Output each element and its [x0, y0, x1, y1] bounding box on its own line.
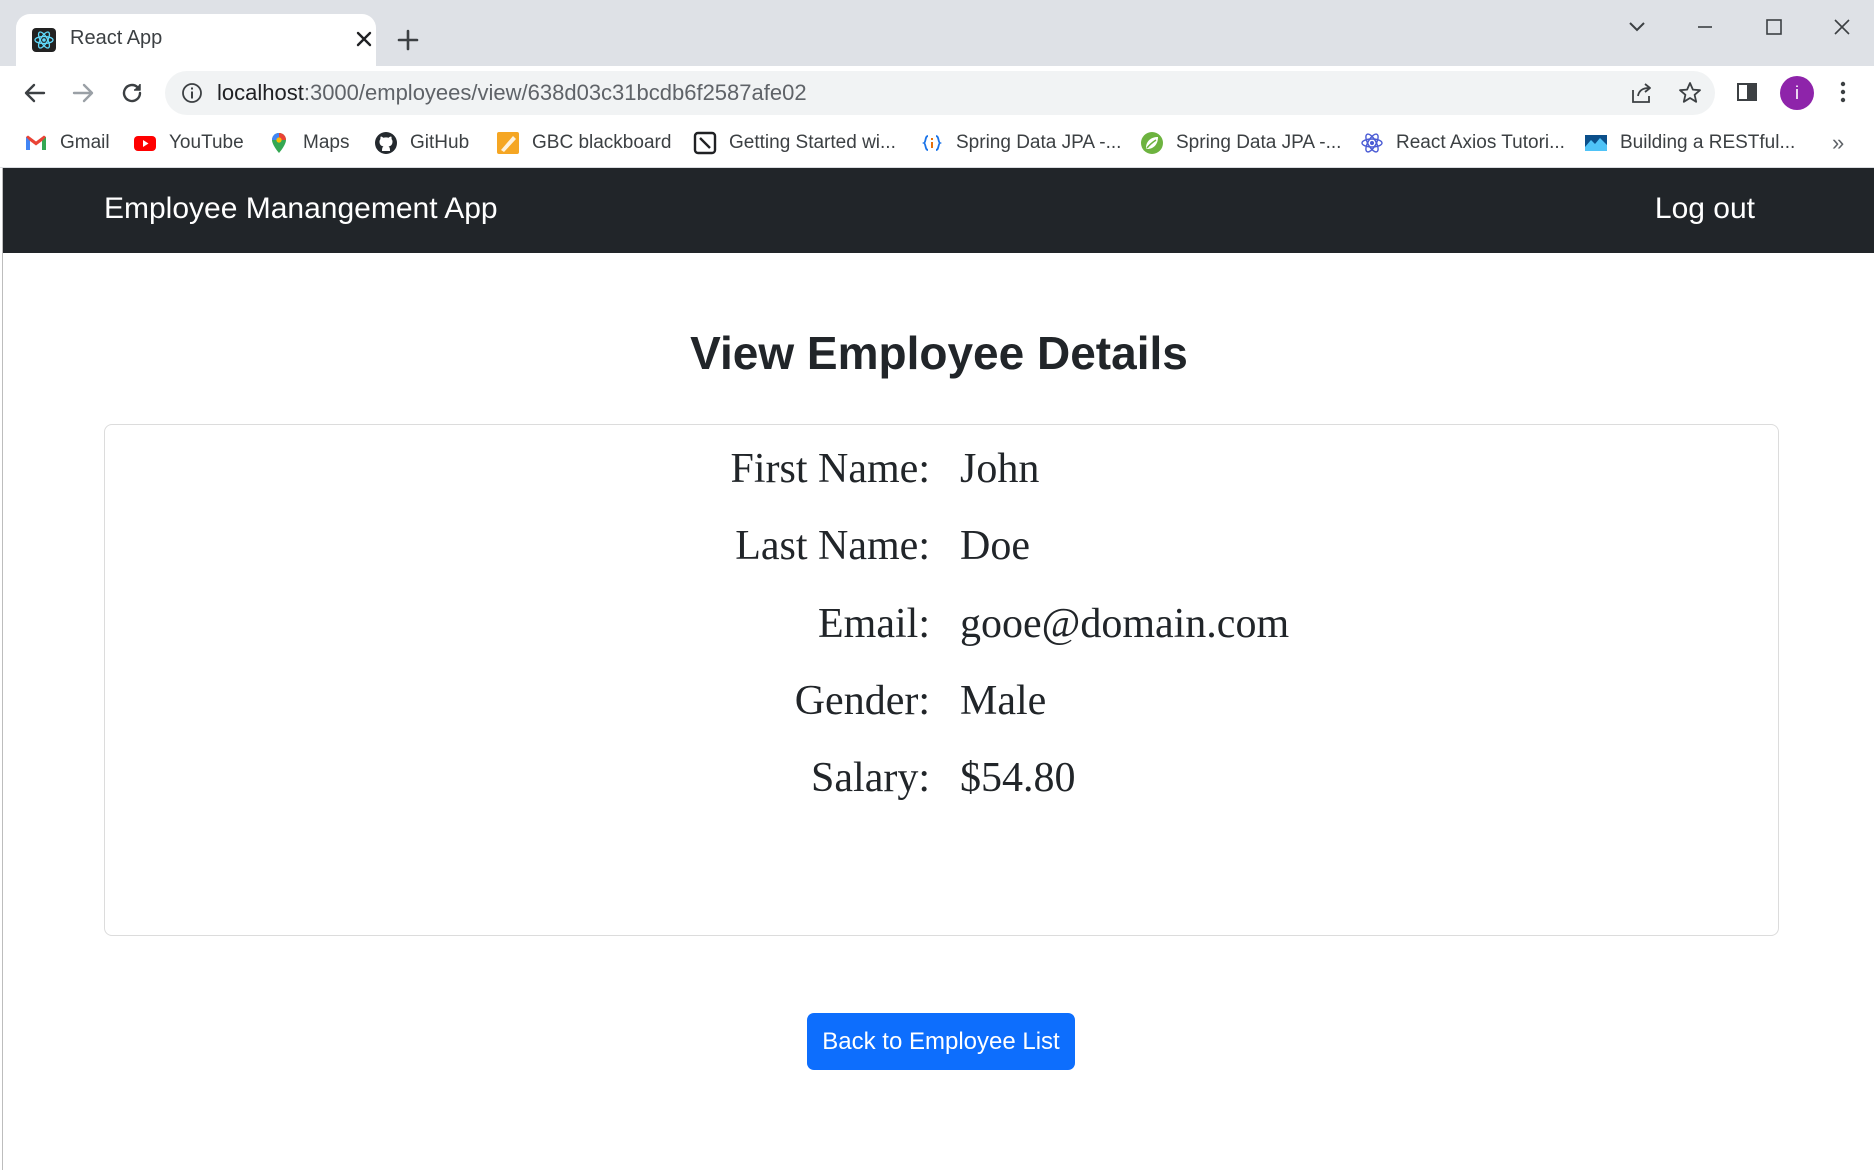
- side-panel-icon[interactable]: [1734, 79, 1760, 105]
- url-host: localhost: [217, 80, 304, 105]
- bookmark-label: Spring Data JPA -...: [1176, 132, 1342, 153]
- gender-label: Gender:: [794, 678, 930, 724]
- bookmark-label: Gmail: [60, 132, 110, 153]
- page-viewport: Employee Manangement App Log out View Em…: [2, 168, 1874, 1170]
- email-label: Email:: [818, 601, 930, 647]
- close-tab-icon[interactable]: [352, 27, 376, 51]
- browser-tabstrip: React App: [0, 0, 1874, 66]
- bookmark-github[interactable]: GitHub: [374, 128, 469, 158]
- bookmark-label: GitHub: [410, 132, 470, 153]
- more-bookmarks-chevron[interactable]: »: [1832, 130, 1844, 156]
- first-name-label: First Name:: [730, 446, 930, 492]
- maximize-icon[interactable]: [1759, 12, 1789, 42]
- email-value: gooe@domain.com: [960, 601, 1290, 647]
- salary-label: Salary:: [811, 755, 930, 801]
- bookmark-label: Maps: [303, 132, 350, 153]
- bookmark-label: React Axios Tutori...: [1396, 132, 1565, 153]
- youtube-icon: [134, 136, 156, 151]
- bookmark-label: YouTube: [169, 132, 244, 153]
- getting-started-icon: [693, 131, 717, 155]
- window-close-icon[interactable]: [1827, 12, 1857, 42]
- gmail-icon: [26, 135, 46, 150]
- tab-title: React App: [70, 27, 163, 49]
- bookmarks-bar: Gmail YouTube Maps GitHub GBC blackboard: [0, 120, 1874, 168]
- first-name-value: John: [960, 446, 1040, 492]
- code-braces-icon: [921, 135, 943, 151]
- bookmark-label: Building a RESTful...: [1620, 132, 1796, 153]
- last-name-value: Doe: [960, 523, 1030, 569]
- page-title: View Employee Details: [690, 327, 1188, 379]
- bookmark-star-icon[interactable]: [1677, 80, 1703, 106]
- back-to-list-button[interactable]: Back to Employee List: [807, 1013, 1075, 1070]
- forward-arrow-icon[interactable]: [68, 78, 98, 108]
- url-path: :3000/employees/view/638d03c31bcdb6f2587…: [303, 80, 807, 105]
- react-icon: [32, 28, 56, 52]
- bookmark-building-restful[interactable]: Building a RESTful...: [1584, 128, 1795, 158]
- detail-row-last-name: Last Name: Doe: [105, 522, 1780, 582]
- last-name-label: Last Name:: [735, 523, 930, 569]
- bookmark-gmail[interactable]: Gmail: [24, 128, 110, 158]
- bookmark-spring-data-jpa-2[interactable]: Spring Data JPA -...: [1140, 128, 1341, 158]
- detail-row-first-name: First Name: John: [105, 445, 1780, 505]
- profile-avatar[interactable]: i: [1780, 76, 1814, 110]
- spring-leaf-icon: [1141, 132, 1163, 154]
- detail-row-salary: Salary: $54.80: [105, 754, 1780, 814]
- github-icon: [375, 132, 397, 154]
- blackboard-icon: [497, 132, 519, 154]
- tab-search-chevron-icon[interactable]: [1622, 12, 1652, 42]
- back-arrow-icon[interactable]: [20, 78, 50, 108]
- gender-value: Male: [960, 678, 1047, 724]
- more-vert-icon[interactable]: [1830, 79, 1856, 105]
- browser-tab[interactable]: React App: [16, 14, 376, 66]
- bookmark-youtube[interactable]: YouTube: [133, 128, 244, 158]
- bookmark-label: GBC blackboard: [532, 132, 672, 153]
- employee-details-card: First Name: John Last Name: Doe Email: g…: [104, 424, 1779, 936]
- app-navbar: Employee Manangement App Log out: [3, 168, 1874, 253]
- address-bar[interactable]: localhost:3000/employees/view/638d03c31b…: [165, 71, 1715, 115]
- maps-icon: [272, 133, 286, 153]
- minimize-icon[interactable]: [1690, 12, 1720, 42]
- bookmark-maps[interactable]: Maps: [267, 128, 349, 158]
- bookmark-react-axios[interactable]: React Axios Tutori...: [1360, 128, 1565, 158]
- reload-icon[interactable]: [117, 78, 147, 108]
- new-tab-plus-icon[interactable]: [394, 26, 422, 54]
- share-icon[interactable]: [1629, 80, 1655, 106]
- bookmark-spring-data-jpa-1[interactable]: Spring Data JPA -...: [920, 128, 1121, 158]
- react-icon: [1361, 133, 1383, 153]
- app-brand[interactable]: Employee Manangement App: [104, 192, 498, 226]
- site-info-icon[interactable]: [181, 82, 203, 104]
- logout-link[interactable]: Log out: [1655, 192, 1755, 226]
- bookmark-label: Getting Started wi...: [729, 132, 896, 153]
- bookmark-gbc-blackboard[interactable]: GBC blackboard: [496, 128, 671, 158]
- salary-value: $54.80: [960, 755, 1076, 801]
- url-text[interactable]: localhost:3000/employees/view/638d03c31b…: [217, 80, 807, 106]
- detail-row-gender: Gender: Male: [105, 677, 1780, 737]
- browser-toolbar: localhost:3000/employees/view/638d03c31b…: [0, 66, 1874, 120]
- bookmark-getting-started[interactable]: Getting Started wi...: [693, 128, 896, 158]
- landscape-icon: [1585, 135, 1607, 151]
- bookmark-label: Spring Data JPA -...: [956, 132, 1122, 153]
- detail-row-email: Email: gooe@domain.com: [105, 600, 1780, 660]
